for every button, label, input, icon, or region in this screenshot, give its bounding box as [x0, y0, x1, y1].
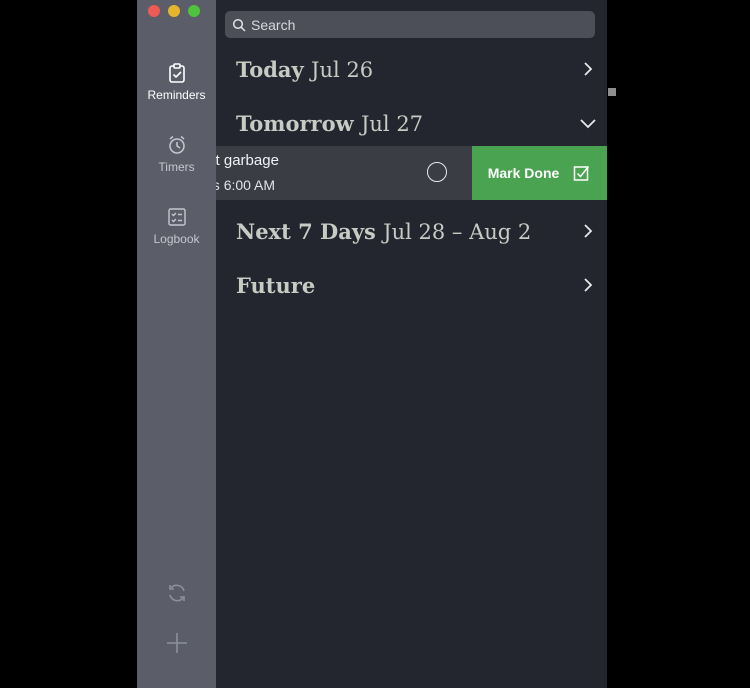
- section-title: Next 7 Days Jul 28 – Aug 2: [236, 218, 532, 244]
- sidebar-item-logbook[interactable]: Logbook: [137, 206, 216, 246]
- window-edge-marker: [608, 88, 616, 96]
- reminder-schedule: Mondays 6:00 AM: [216, 177, 276, 193]
- sidebar: Reminders Timers Logbook: [137, 0, 216, 688]
- sidebar-item-timers[interactable]: Timers: [137, 134, 216, 174]
- sync-icon[interactable]: [165, 581, 189, 605]
- section-today[interactable]: Today Jul 26: [236, 54, 596, 84]
- chevron-right-icon: [584, 62, 593, 76]
- close-window-button[interactable]: [148, 5, 160, 17]
- section-title: Today Jul 26: [236, 56, 374, 82]
- section-future[interactable]: Future: [236, 270, 596, 300]
- search-input[interactable]: [251, 16, 571, 33]
- section-title: Future: [236, 272, 316, 298]
- minimize-window-button[interactable]: [168, 5, 180, 17]
- main-content: Today Jul 26 Tomorrow Jul 27 Take out ga…: [216, 0, 607, 688]
- alarm-clock-icon: [168, 135, 185, 154]
- app-window: Reminders Timers Logbook Search Today Ju…: [137, 0, 607, 688]
- section-next-7-days[interactable]: Next 7 Days Jul 28 – Aug 2: [236, 216, 596, 246]
- reminder-title: Take out garbage: [216, 152, 279, 169]
- section-tomorrow[interactable]: Tomorrow Jul 27: [236, 108, 596, 138]
- reminder-row[interactable]: Take out garbage Mondays 6:00 AM Mark Do…: [216, 146, 607, 200]
- chevron-right-icon: [584, 224, 593, 238]
- chevron-right-icon: [584, 278, 593, 292]
- sidebar-item-label: Timers: [158, 160, 195, 174]
- chevron-down-icon: [580, 119, 596, 129]
- sidebar-item-reminders[interactable]: Reminders: [137, 62, 216, 102]
- complete-checkbox[interactable]: [427, 162, 447, 182]
- clipboard-check-icon: [168, 63, 185, 83]
- sidebar-item-label: Logbook: [153, 232, 200, 246]
- section-title: Tomorrow Jul 27: [236, 110, 424, 136]
- checklist-icon: [167, 208, 186, 226]
- search-icon: [232, 18, 246, 32]
- mark-done-label: Mark Done: [487, 165, 560, 181]
- checkbox-checked-icon: [574, 166, 590, 181]
- sidebar-item-label: Reminders: [147, 88, 206, 102]
- mark-done-button[interactable]: Mark Done: [472, 146, 607, 200]
- search-bar[interactable]: [225, 11, 595, 38]
- plus-icon[interactable]: [165, 631, 189, 655]
- maximize-window-button[interactable]: [188, 5, 200, 17]
- reminder-text: Take out garbage Mondays 6:00 AM: [216, 146, 423, 200]
